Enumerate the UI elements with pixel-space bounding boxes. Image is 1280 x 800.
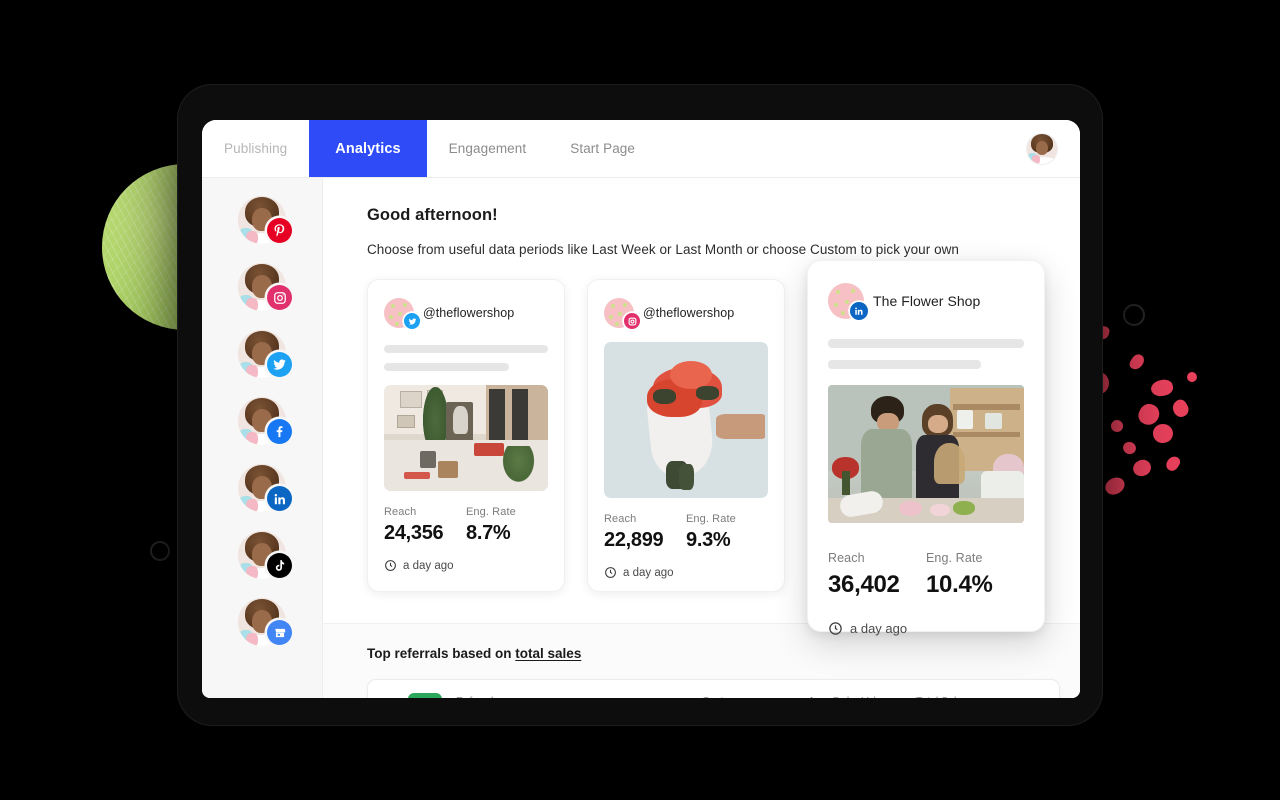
clock-icon: [829, 622, 842, 635]
facebook-icon: [267, 419, 292, 444]
post-card-header: The Flower Shop: [828, 283, 1024, 320]
post-card-header: @theflowershop: [384, 298, 548, 329]
post-account-handle: The Flower Shop: [873, 293, 981, 309]
tab-analytics-label: Analytics: [335, 140, 401, 157]
post-timestamp-label: a day ago: [623, 566, 674, 579]
reach-stat: Reach 24,356: [384, 506, 466, 545]
twitter-icon: [267, 352, 292, 377]
reach-label: Reach: [604, 513, 637, 525]
post-stats: Reach 22,899 Eng. Rate 9.3%: [604, 513, 768, 552]
tab-engagement[interactable]: Engagement: [427, 120, 549, 177]
eng-rate-value: 10.4%: [926, 571, 993, 598]
sidebar-account-instagram[interactable]: [238, 263, 292, 311]
tab-start-page-label: Start Page: [570, 141, 636, 156]
post-card[interactable]: @theflowershop: [367, 279, 565, 592]
linkedin-icon: [267, 486, 292, 511]
top-navigation-bar: Publishing Analytics Engagement Start Pa…: [202, 120, 1080, 178]
reach-label: Reach: [828, 551, 865, 565]
post-text-placeholder-line: [384, 363, 509, 371]
reach-value: 22,899: [604, 529, 664, 551]
screenshot-stage: Publishing Analytics Engagement Start Pa…: [0, 0, 1280, 800]
post-timestamp-label: a day ago: [850, 621, 908, 636]
post-timestamp-label: a day ago: [403, 559, 454, 572]
reach-value: 36,402: [828, 571, 900, 598]
referrals-title: Top referrals based on total sales: [367, 646, 1080, 661]
reach-label: Reach: [384, 506, 417, 518]
linkedin-icon: [850, 302, 868, 320]
sidebar-account-linkedin[interactable]: [238, 464, 292, 512]
post-stats: Reach 36,402 Eng. Rate 10.4%: [828, 551, 1024, 599]
ring-decoration-left: [150, 541, 170, 561]
account-sidebar: [202, 178, 323, 698]
eng-rate-label: Eng. Rate: [686, 513, 736, 525]
referrals-title-prefix: Top referrals based on: [367, 646, 516, 661]
eng-rate-label: Eng. Rate: [926, 551, 983, 565]
clock-icon: [605, 567, 616, 578]
reach-stat: Reach 22,899: [604, 513, 686, 552]
tablet-screen: Publishing Analytics Engagement Start Pa…: [202, 120, 1080, 698]
post-image: [604, 342, 768, 498]
post-timestamp: a day ago: [604, 566, 768, 579]
post-card-header: @theflowershop: [604, 298, 768, 329]
referrals-title-link[interactable]: total sales: [515, 646, 581, 661]
post-account-avatar: [384, 298, 420, 329]
pinterest-icon: [267, 218, 292, 243]
sidebar-account-tiktok[interactable]: [238, 531, 292, 579]
tab-publishing-label: Publishing: [224, 141, 288, 156]
post-text-placeholder-line: [828, 339, 1024, 348]
tab-publishing[interactable]: Publishing: [202, 120, 309, 177]
post-card-featured[interactable]: The Flower Shop Reach 36,402 Eng. Rate 1…: [807, 260, 1045, 636]
twitter-icon: [404, 313, 420, 329]
eng-rate-value: 9.3%: [686, 529, 731, 551]
post-text-placeholder-line: [384, 345, 548, 353]
instagram-icon: [624, 313, 640, 329]
post-stats: Reach 24,356 Eng. Rate 8.7%: [384, 506, 548, 545]
analytics-main-content: Good afternoon! Choose from useful data …: [323, 178, 1080, 698]
post-image: [828, 385, 1024, 523]
eng-rate-label: Eng. Rate: [466, 506, 516, 518]
post-cards-container: @theflowershop Reach 24,356 Eng. Rate 8.…: [367, 260, 1080, 636]
clock-icon: [385, 560, 396, 571]
post-timestamp: a day ago: [828, 621, 1024, 636]
tab-start-page[interactable]: Start Page: [548, 120, 657, 177]
page-title: Good afternoon!: [367, 206, 498, 224]
sidebar-account-twitter[interactable]: [238, 330, 292, 378]
sidebar-account-pinterest[interactable]: [238, 196, 292, 244]
post-image: [384, 385, 548, 491]
tab-engagement-label: Engagement: [448, 141, 527, 156]
engagement-rate-stat: Eng. Rate 9.3%: [686, 513, 768, 552]
sidebar-account-facebook[interactable]: [238, 397, 292, 445]
instagram-icon: [267, 285, 292, 310]
avatar-illustration: [1027, 133, 1057, 164]
post-account-avatar: [604, 298, 640, 329]
page-subtitle: Choose from useful data periods like Las…: [367, 242, 959, 257]
engagement-rate-stat: Eng. Rate 10.4%: [926, 551, 1024, 599]
petal-decoration-group: [1073, 320, 1280, 540]
eng-rate-value: 8.7%: [466, 522, 511, 544]
screen-bottom-edge: [202, 688, 1080, 698]
tiktok-icon: [267, 553, 292, 578]
sidebar-account-google-business[interactable]: [238, 598, 292, 646]
engagement-rate-stat: Eng. Rate 8.7%: [466, 506, 548, 545]
post-card[interactable]: @theflowershop: [587, 279, 785, 592]
reach-value: 24,356: [384, 522, 444, 544]
post-account-handle: @theflowershop: [643, 306, 735, 320]
post-account-avatar: [828, 283, 868, 320]
tab-analytics[interactable]: Analytics: [309, 120, 427, 177]
post-text-placeholder-line: [828, 360, 981, 369]
post-timestamp: a day ago: [384, 559, 548, 572]
post-account-handle: @theflowershop: [423, 306, 515, 320]
user-avatar[interactable]: [1026, 132, 1058, 165]
google-business-icon: [267, 620, 292, 645]
reach-stat: Reach 36,402: [828, 551, 926, 599]
